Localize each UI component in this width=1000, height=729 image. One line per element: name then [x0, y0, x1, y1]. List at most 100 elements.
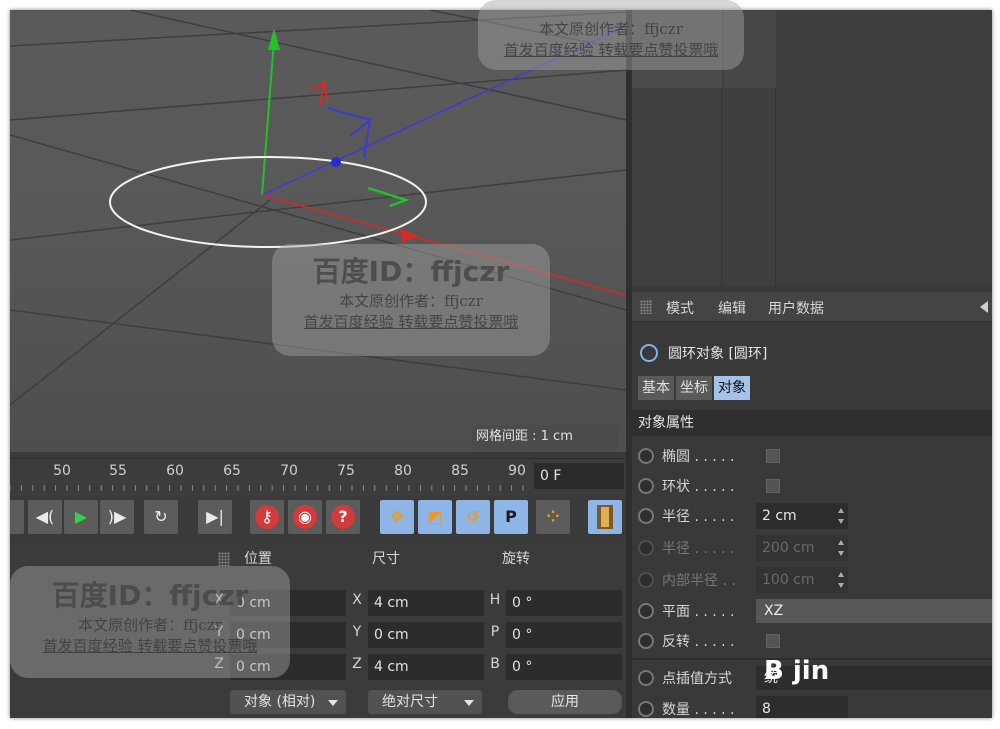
- p-icon: P: [505, 507, 517, 526]
- watermark-top: 本文原创作者：ffjczr 首发百度经验 转载要点赞投票哦: [478, 0, 744, 70]
- y-axis: [261, 39, 275, 196]
- next-key-button[interactable]: )▶: [100, 500, 134, 534]
- prop-label: 反转 . . . . .: [662, 634, 735, 650]
- object-title-label: 圆环对象 [圆环]: [668, 346, 768, 362]
- anim-radio[interactable]: [638, 670, 654, 686]
- autokey-button[interactable]: ◉: [288, 500, 322, 534]
- coordinate-mode-dropdown[interactable]: 对象 (相对): [230, 690, 346, 714]
- apply-button[interactable]: 应用: [508, 690, 622, 714]
- move-key-button[interactable]: ✥: [380, 500, 414, 534]
- prop-label: 半径 . . . . .: [662, 541, 735, 557]
- rot-p-field[interactable]: 0 °: [506, 622, 622, 648]
- prev-key-button[interactable]: ◀(: [28, 500, 62, 534]
- anim-radio[interactable]: [638, 572, 654, 588]
- anim-radio[interactable]: [638, 701, 654, 717]
- rotate-key-button[interactable]: ↺: [456, 500, 490, 534]
- menu-mode[interactable]: 模式: [666, 298, 694, 318]
- plane-select[interactable]: XZ: [756, 599, 992, 623]
- tab-basic[interactable]: 基本: [638, 376, 674, 400]
- tab-object[interactable]: 对象: [714, 376, 750, 400]
- object-title: 圆环对象 [圆环]: [640, 342, 767, 364]
- tick-label: 85: [451, 463, 469, 479]
- radius2-field[interactable]: 200 cm: [756, 535, 848, 561]
- x-axis-arrow: [400, 228, 420, 242]
- overlay-text: B jin: [764, 656, 830, 686]
- timeline-button[interactable]: [588, 500, 622, 534]
- watermark-notice: 首发百度经验 转载要点赞投票哦: [503, 41, 719, 59]
- prop-label: 数量 . . . . .: [662, 702, 735, 718]
- spin-arrows-icon[interactable]: [838, 540, 844, 556]
- anim-radio[interactable]: [638, 603, 654, 619]
- dots-icon: ⁘: [546, 507, 560, 526]
- rotation-header: 旋转: [502, 551, 530, 567]
- help-icon: ?: [331, 505, 355, 529]
- rot-h-field[interactable]: 0 °: [506, 590, 622, 616]
- tick-label: 70: [280, 463, 298, 479]
- radius-field[interactable]: 2 cm: [756, 503, 848, 529]
- tick-label: 55: [109, 463, 127, 479]
- tick-label: 50: [53, 463, 71, 479]
- record-button[interactable]: ⚷: [250, 500, 284, 534]
- rot-axis-label: P: [490, 624, 500, 640]
- spin-arrows-icon[interactable]: [838, 572, 844, 588]
- spin-arrows-icon[interactable]: [838, 508, 844, 524]
- anim-radio[interactable]: [638, 508, 654, 524]
- menu-user-data[interactable]: 用户数据: [768, 298, 824, 318]
- size-mode-dropdown[interactable]: 绝对尺寸: [368, 690, 482, 714]
- section-object-properties: 对象属性: [632, 410, 992, 436]
- help-button[interactable]: ?: [326, 500, 360, 534]
- anim-radio[interactable]: [638, 540, 654, 556]
- current-frame-field[interactable]: 0 F: [534, 463, 624, 489]
- size-axis-label: X: [352, 592, 362, 608]
- back-arrow-icon[interactable]: [980, 301, 988, 313]
- radius-value: 2 cm: [762, 508, 797, 524]
- blue-gizmo: [327, 107, 372, 159]
- move-icon: ✥: [390, 507, 404, 526]
- tick-label: 90: [508, 463, 526, 479]
- anim-radio[interactable]: [638, 448, 654, 464]
- go-to-end-button[interactable]: ▶|: [198, 500, 232, 534]
- inner-radius-field[interactable]: 100 cm: [756, 567, 848, 593]
- point-level-button[interactable]: ⁘: [536, 500, 570, 534]
- tick-label: 80: [394, 463, 412, 479]
- attributes-menubar: 模式 编辑 用户数据: [632, 292, 992, 322]
- grid-spacing-label: 网格间距 : 1 cm: [472, 425, 618, 449]
- count-field[interactable]: 8: [756, 696, 848, 718]
- watermark-author: 本文原创作者：ffjczr: [78, 616, 222, 634]
- tab-coord[interactable]: 坐标: [676, 376, 712, 400]
- watermark-author: 本文原创作者：ffjczr: [339, 292, 483, 310]
- param-key-button[interactable]: P: [494, 500, 528, 534]
- watermark-id: 百度ID：ffjczr: [312, 255, 510, 288]
- tick-label: 60: [166, 463, 184, 479]
- reverse-checkbox[interactable]: [766, 634, 780, 648]
- watermark-notice: 首发百度经验 转载要点赞投票哦: [42, 637, 258, 655]
- grip-icon[interactable]: [218, 552, 230, 566]
- scale-key-button[interactable]: ◩: [418, 500, 452, 534]
- size-axis-label: Y: [352, 624, 362, 640]
- tick-label: 65: [223, 463, 241, 479]
- scale-icon: ◩: [427, 507, 443, 526]
- anim-radio[interactable]: [638, 478, 654, 494]
- play-button[interactable]: ▶: [64, 500, 98, 534]
- anim-radio[interactable]: [638, 633, 654, 649]
- grip-icon[interactable]: [640, 300, 652, 314]
- transport-bar: ◀( ▶ )▶ ↻ ▶| ⚷ ◉ ? ✥ ◩ ↺ P ⁘: [10, 496, 626, 540]
- radius2-value: 200 cm: [762, 540, 815, 556]
- 3d-viewport[interactable]: 网格间距 : 1 cm: [10, 10, 626, 452]
- coordinates-header: 位置 尺寸 旋转: [210, 546, 626, 568]
- size-z-field[interactable]: 4 cm: [368, 654, 484, 680]
- timeline-ruler[interactable]: 50 55 60 65 70 75 80 85 90: [10, 459, 530, 493]
- timeline[interactable]: 50 55 60 65 70 75 80 85 90 0 F: [10, 458, 626, 496]
- menu-edit[interactable]: 编辑: [718, 298, 746, 318]
- key-icon: ⚷: [255, 505, 279, 529]
- ring-checkbox[interactable]: [766, 479, 780, 493]
- rot-b-field[interactable]: 0 °: [506, 654, 622, 680]
- watermark-bottom-left: 百度ID：ffjczr 本文原创作者：ffjczr 首发百度经验 转载要点赞投票…: [10, 566, 290, 678]
- size-x-field[interactable]: 4 cm: [368, 590, 484, 616]
- loop-button[interactable]: ↻: [144, 500, 178, 534]
- ellipse-checkbox[interactable]: [766, 449, 780, 463]
- prop-inner-radius: 内部半径 . . 100 cm: [638, 566, 988, 594]
- rot-axis-label: B: [490, 656, 500, 672]
- size-y-field[interactable]: 0 cm: [368, 622, 484, 648]
- prev-frame-button[interactable]: [10, 500, 24, 534]
